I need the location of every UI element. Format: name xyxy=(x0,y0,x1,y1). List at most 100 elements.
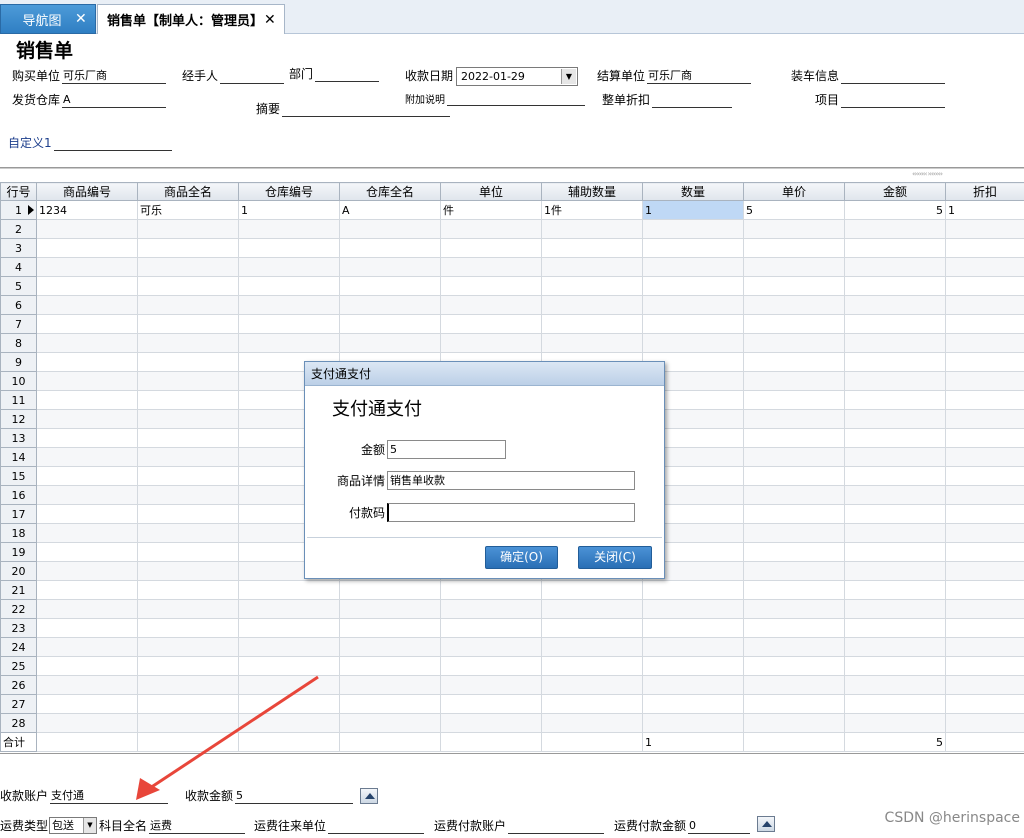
table-cell[interactable] xyxy=(743,542,845,562)
table-cell[interactable] xyxy=(36,219,138,239)
table-cell[interactable] xyxy=(945,257,1024,277)
table-cell[interactable] xyxy=(945,599,1024,619)
table-cell[interactable] xyxy=(945,219,1024,239)
table-cell[interactable] xyxy=(945,694,1024,714)
table-cell[interactable] xyxy=(844,675,946,695)
table-cell[interactable] xyxy=(945,485,1024,505)
table-cell[interactable] xyxy=(743,238,845,258)
table-cell[interactable] xyxy=(743,371,845,391)
table-cell[interactable] xyxy=(440,276,542,296)
column-header[interactable]: 金额 xyxy=(844,182,946,201)
table-cell[interactable] xyxy=(945,409,1024,429)
table-cell[interactable] xyxy=(642,276,744,296)
table-cell[interactable] xyxy=(844,390,946,410)
table-cell[interactable] xyxy=(238,580,340,600)
tab-navigation[interactable]: 导航图 ✕ xyxy=(0,4,96,34)
column-header[interactable]: 商品全名 xyxy=(137,182,239,201)
table-cell[interactable] xyxy=(36,675,138,695)
table-row[interactable]: 5 xyxy=(0,276,1024,296)
table-cell[interactable] xyxy=(844,618,946,638)
table-cell[interactable] xyxy=(137,352,239,372)
table-cell[interactable] xyxy=(844,542,946,562)
table-cell[interactable] xyxy=(844,428,946,448)
table-cell[interactable] xyxy=(440,295,542,315)
project-input[interactable] xyxy=(841,93,946,108)
table-row[interactable]: 28 xyxy=(0,713,1024,733)
table-cell[interactable] xyxy=(945,333,1024,353)
table-cell[interactable] xyxy=(945,618,1024,638)
table-cell[interactable] xyxy=(36,580,138,600)
freight-amount-input[interactable]: 0 xyxy=(688,819,751,834)
handler-input[interactable] xyxy=(220,69,285,84)
dialog-title[interactable]: 支付通支付 xyxy=(305,362,664,386)
table-cell[interactable] xyxy=(137,295,239,315)
close-button[interactable]: 关闭(C) xyxy=(578,546,652,569)
table-cell[interactable] xyxy=(339,333,441,353)
table-cell[interactable] xyxy=(541,694,643,714)
table-cell[interactable] xyxy=(339,276,441,296)
table-cell[interactable] xyxy=(541,257,643,277)
buyer-input[interactable]: 可乐厂商 xyxy=(62,69,167,84)
table-cell[interactable] xyxy=(945,542,1024,562)
account-input[interactable]: 支付通 xyxy=(50,789,169,804)
table-cell[interactable] xyxy=(844,713,946,733)
table-cell[interactable] xyxy=(743,352,845,372)
table-cell[interactable] xyxy=(440,314,542,334)
table-cell[interactable] xyxy=(844,238,946,258)
table-cell[interactable] xyxy=(844,580,946,600)
table-cell[interactable] xyxy=(743,466,845,486)
table-cell[interactable] xyxy=(743,561,845,581)
table-cell[interactable] xyxy=(642,618,744,638)
table-cell[interactable] xyxy=(137,580,239,600)
table-cell[interactable] xyxy=(238,238,340,258)
table-cell[interactable] xyxy=(642,694,744,714)
table-row[interactable]: 22 xyxy=(0,599,1024,619)
table-cell[interactable] xyxy=(844,295,946,315)
table-cell[interactable] xyxy=(844,447,946,467)
table-cell[interactable] xyxy=(642,599,744,619)
table-cell[interactable] xyxy=(137,447,239,467)
table-cell[interactable] xyxy=(36,314,138,334)
table-cell[interactable] xyxy=(137,618,239,638)
table-cell[interactable] xyxy=(743,333,845,353)
table-cell[interactable] xyxy=(945,561,1024,581)
table-row[interactable]: 3 xyxy=(0,238,1024,258)
table-cell[interactable] xyxy=(137,219,239,239)
table-cell[interactable] xyxy=(541,276,643,296)
table-cell[interactable] xyxy=(541,713,643,733)
close-icon[interactable]: ✕ xyxy=(264,12,276,28)
table-cell[interactable] xyxy=(541,599,643,619)
table-cell[interactable] xyxy=(743,390,845,410)
table-cell[interactable] xyxy=(137,276,239,296)
table-cell[interactable] xyxy=(844,219,946,239)
table-cell[interactable] xyxy=(36,542,138,562)
table-cell[interactable] xyxy=(238,637,340,657)
table-row[interactable]: 6 xyxy=(0,295,1024,315)
table-cell[interactable] xyxy=(36,523,138,543)
table-cell[interactable] xyxy=(36,295,138,315)
table-cell[interactable] xyxy=(339,713,441,733)
table-cell[interactable] xyxy=(945,466,1024,486)
table-cell[interactable] xyxy=(36,637,138,657)
column-header[interactable]: 商品编号 xyxy=(36,182,138,201)
table-cell[interactable] xyxy=(440,333,542,353)
table-cell[interactable] xyxy=(844,352,946,372)
table-cell[interactable] xyxy=(541,333,643,353)
table-cell[interactable] xyxy=(36,390,138,410)
table-row[interactable]: 25 xyxy=(0,656,1024,676)
table-cell[interactable] xyxy=(743,257,845,277)
summary-input[interactable] xyxy=(282,102,451,117)
table-cell[interactable] xyxy=(844,276,946,296)
table-cell[interactable] xyxy=(945,637,1024,657)
chevron-down-icon[interactable]: ▼ xyxy=(561,69,576,84)
table-cell[interactable] xyxy=(642,314,744,334)
table-cell[interactable] xyxy=(339,314,441,334)
table-cell[interactable] xyxy=(945,656,1024,676)
table-cell[interactable] xyxy=(137,713,239,733)
table-cell[interactable] xyxy=(36,561,138,581)
table-cell[interactable] xyxy=(844,694,946,714)
table-cell[interactable] xyxy=(36,447,138,467)
table-cell[interactable] xyxy=(642,713,744,733)
table-cell[interactable] xyxy=(945,276,1024,296)
table-cell[interactable] xyxy=(440,580,542,600)
